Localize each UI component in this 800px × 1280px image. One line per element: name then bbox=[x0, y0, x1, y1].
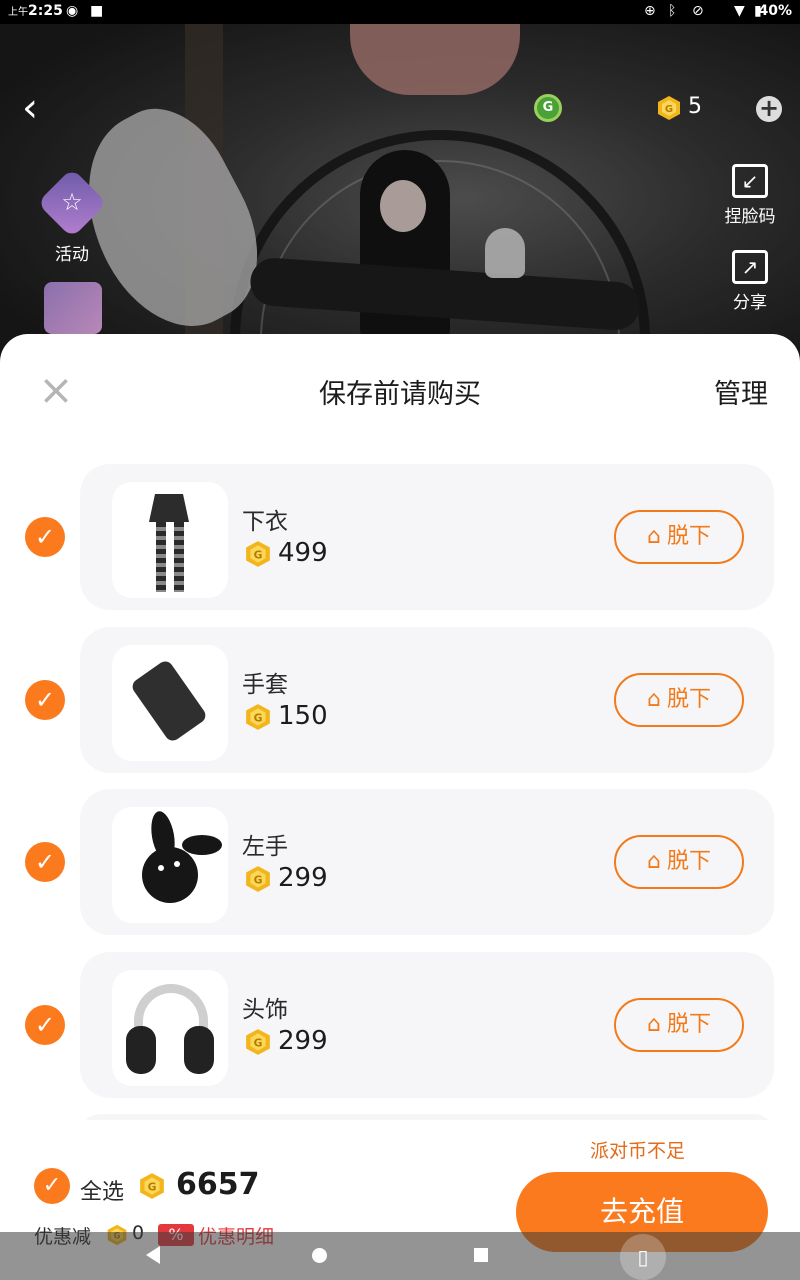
face-code-label: 捏脸码 bbox=[724, 207, 776, 227]
item-card[interactable]: 手套 G 150 ⌂ 脱下 bbox=[80, 627, 774, 773]
select-all-checkbox[interactable]: ✓ bbox=[34, 1168, 70, 1204]
svg-text:G: G bbox=[665, 104, 673, 115]
rotate-screen-icon[interactable]: ▯ bbox=[620, 1234, 666, 1280]
item-thumbnail-skirt bbox=[112, 482, 228, 598]
status-ampm: 上午 bbox=[8, 7, 28, 18]
item-card[interactable]: 头饰 G 299 ⌂ 脱下 bbox=[80, 952, 774, 1098]
coin-icon: G bbox=[246, 866, 270, 892]
list-item: ✓ 下衣 G 499 ⌂ 脱下 bbox=[0, 464, 800, 610]
green-coin-icon[interactable]: G bbox=[534, 94, 562, 122]
select-all-label[interactable]: 全选 bbox=[80, 1174, 124, 1206]
remove-label: 脱下 bbox=[666, 849, 711, 874]
coin-icon: G bbox=[140, 1173, 164, 1199]
share-button[interactable]: ↗ 分享 bbox=[710, 250, 790, 313]
svg-text:G: G bbox=[254, 711, 263, 724]
item-price: 299 bbox=[278, 863, 328, 893]
hanger-icon: ⌂ bbox=[647, 524, 661, 549]
sheet-title: 保存前请购买 bbox=[319, 379, 481, 410]
remove-button[interactable]: ⌂ 脱下 bbox=[614, 673, 744, 727]
nfc-icon: ⊘ bbox=[692, 3, 704, 19]
record-icon: ◉ bbox=[66, 3, 79, 19]
status-bar: 上午2:25 ◉ ■ ⊕ ᛒ ⊘ ▼ ▮ 40% bbox=[0, 0, 800, 24]
add-coin-button[interactable]: + bbox=[756, 96, 782, 122]
hanger-icon: ⌂ bbox=[647, 687, 661, 712]
status-clock: 2:25 bbox=[28, 3, 63, 19]
item-card[interactable]: 左手 G 299 ⌂ 脱下 bbox=[80, 789, 774, 935]
item-price: 299 bbox=[278, 1026, 328, 1056]
list-item: ✓ 头饰 G 299 ⌂ 脱下 bbox=[0, 952, 800, 1098]
hanger-icon: ⌂ bbox=[647, 849, 661, 874]
bag-icon: ■ bbox=[90, 3, 104, 19]
battery-level: 40% bbox=[758, 3, 792, 19]
svg-text:G: G bbox=[254, 548, 263, 561]
face-code-button[interactable]: ↙ 捏脸码 bbox=[710, 164, 790, 227]
remove-button[interactable]: ⌂ 脱下 bbox=[614, 998, 744, 1052]
coin-balance: 5 bbox=[688, 94, 702, 119]
remove-button[interactable]: ⌂ 脱下 bbox=[614, 835, 744, 889]
remove-label: 脱下 bbox=[666, 687, 711, 712]
remove-label: 脱下 bbox=[666, 1012, 711, 1037]
remove-button[interactable]: ⌂ 脱下 bbox=[614, 510, 744, 564]
list-item: ✓ 手套 G 150 ⌂ 脱下 bbox=[0, 627, 800, 773]
item-name: 左手 bbox=[242, 834, 288, 860]
item-thumbnail-bunny bbox=[112, 807, 228, 923]
nav-back-icon[interactable] bbox=[146, 1246, 160, 1264]
item-price: 499 bbox=[278, 538, 328, 568]
insufficient-coins-notice: 派对币不足 bbox=[590, 1140, 686, 1162]
back-icon[interactable]: ‹ bbox=[22, 88, 62, 132]
scene-dim-overlay bbox=[0, 0, 800, 360]
checkout-footer: 派对币不足 ✓ 全选 G 6657 优惠减 G 0 % 优惠明细 去充值 bbox=[0, 1120, 800, 1252]
item-thumbnail-headphones bbox=[112, 970, 228, 1086]
wifi-icon: ▼ bbox=[734, 3, 745, 19]
party-coin-icon: G bbox=[658, 96, 680, 120]
item-name: 头饰 bbox=[242, 997, 288, 1023]
share-icon: ↗ bbox=[732, 250, 768, 284]
coin-icon: G bbox=[246, 704, 270, 730]
sync-icon: ⊕ bbox=[644, 3, 656, 19]
total-price: 6657 bbox=[176, 1167, 260, 1202]
avatar-scene bbox=[0, 0, 800, 360]
activity-star-icon: ☆ bbox=[36, 167, 108, 239]
svg-text:G: G bbox=[148, 1180, 157, 1193]
svg-text:G: G bbox=[254, 873, 263, 886]
activity-label: 活动 bbox=[55, 245, 89, 265]
remove-label: 脱下 bbox=[666, 524, 711, 549]
hanger-icon: ⌂ bbox=[647, 1012, 661, 1037]
item-thumbnail-glove bbox=[112, 645, 228, 761]
gift-icon[interactable] bbox=[44, 282, 102, 334]
status-time: 上午2:25 bbox=[8, 3, 63, 19]
bluetooth-icon: ᛒ bbox=[668, 3, 677, 19]
face-code-icon: ↙ bbox=[732, 164, 768, 198]
nav-recents-icon[interactable] bbox=[474, 1248, 488, 1262]
list-item: ✓ 左手 G 299 ⌂ 脱下 bbox=[0, 789, 800, 935]
item-checkbox[interactable]: ✓ bbox=[25, 1005, 65, 1045]
item-price: 150 bbox=[278, 701, 328, 731]
item-name: 手套 bbox=[242, 672, 288, 698]
coin-icon: G bbox=[246, 541, 270, 567]
item-card[interactable]: 下衣 G 499 ⌂ 脱下 bbox=[80, 464, 774, 610]
manage-button[interactable]: 管理 bbox=[714, 372, 768, 411]
item-checkbox[interactable]: ✓ bbox=[25, 680, 65, 720]
item-checkbox[interactable]: ✓ bbox=[25, 842, 65, 882]
share-label: 分享 bbox=[733, 293, 767, 313]
svg-text:G: G bbox=[254, 1036, 263, 1049]
system-nav-bar: ▯ bbox=[0, 1232, 800, 1280]
item-name: 下衣 bbox=[242, 509, 288, 535]
coin-icon: G bbox=[246, 1029, 270, 1055]
activity-button[interactable]: ☆ 活动 bbox=[32, 167, 112, 265]
item-checkbox[interactable]: ✓ bbox=[25, 517, 65, 557]
nav-home-icon[interactable] bbox=[312, 1248, 327, 1263]
